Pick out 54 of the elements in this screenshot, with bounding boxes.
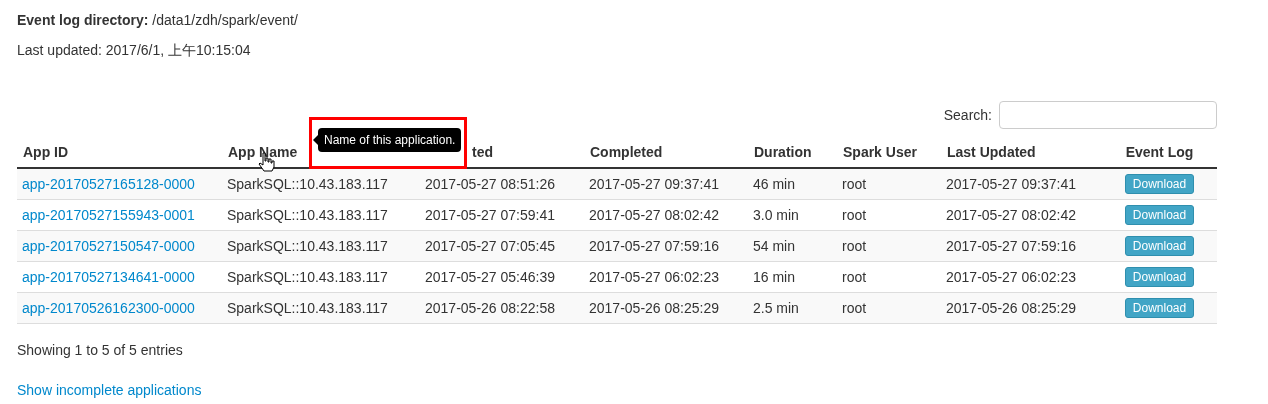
table-cell: root <box>842 207 867 223</box>
table-cell: SparkSQL::10.43.183.117 <box>227 269 388 285</box>
table-cell: 2.5 min <box>753 300 799 316</box>
download-button[interactable]: Download <box>1124 298 1195 318</box>
table-cell: SparkSQL::10.43.183.117 <box>227 176 388 192</box>
incomplete-applications-link[interactable]: Show incomplete applications <box>17 382 202 398</box>
app-id-link[interactable]: app-20170527134641-0000 <box>22 269 195 285</box>
app-id-link[interactable]: app-20170526162300-0000 <box>22 300 195 316</box>
app-id-link[interactable]: app-20170527150547-0000 <box>22 238 195 254</box>
column-header[interactable]: Duration <box>754 144 812 160</box>
table-cell: 2017-05-27 08:02:42 <box>946 207 1076 223</box>
table-cell: SparkSQL::10.43.183.117 <box>227 238 388 254</box>
search-field[interactable] <box>999 101 1217 129</box>
table-cell: 2017-05-26 08:25:29 <box>946 300 1076 316</box>
table-cell: SparkSQL::10.43.183.117 <box>227 300 388 316</box>
column-header[interactable]: Event Log <box>1125 144 1194 160</box>
table-cell: 2017-05-27 07:59:16 <box>946 238 1076 254</box>
column-header[interactable]: Last Updated <box>947 144 1036 160</box>
table-cell: 2017-05-27 06:02:23 <box>946 269 1076 285</box>
last-updated-text: Last updated: 2017/6/1, 上午10:15:04 <box>17 41 252 60</box>
table-cell: 3.0 min <box>753 207 799 223</box>
table-cell: 2017-05-27 09:37:41 <box>946 176 1076 192</box>
table-cell: 16 min <box>753 269 796 285</box>
table-cell: 54 min <box>753 238 796 254</box>
download-button[interactable]: Download <box>1124 236 1195 256</box>
app-id-link[interactable]: app-20170527165128-0000 <box>22 176 195 192</box>
table-cell: 2017-05-26 08:25:29 <box>589 300 719 316</box>
table-cell: 2017-05-27 08:51:26 <box>425 176 555 192</box>
table-cell: root <box>842 269 867 285</box>
table-cell: 2017-05-27 09:37:41 <box>589 176 719 192</box>
download-button[interactable]: Download <box>1124 267 1195 287</box>
table-cell: 46 min <box>753 176 796 192</box>
table-cell: 2017-05-27 07:59:16 <box>589 238 719 254</box>
search-label: Search: <box>943 107 992 123</box>
app-id-link[interactable]: app-20170527155943-0001 <box>22 207 195 223</box>
entries-info: Showing 1 to 5 of 5 entries <box>17 342 184 358</box>
column-header[interactable]: Spark User <box>843 144 917 160</box>
table-cell: 2017-05-27 07:59:41 <box>425 207 555 223</box>
table-cell: 2017-05-26 08:22:58 <box>425 300 555 316</box>
table-cell: 2017-05-27 08:02:42 <box>589 207 719 223</box>
download-button[interactable]: Download <box>1124 174 1195 194</box>
tooltip: Name of this application. <box>313 128 462 152</box>
column-header[interactable]: App ID <box>23 144 69 160</box>
table-cell: 2017-05-27 07:05:45 <box>425 238 555 254</box>
table-cell: SparkSQL::10.43.183.117 <box>227 207 388 223</box>
table-cell: 2017-05-27 06:02:23 <box>589 269 719 285</box>
column-header[interactable]: App Name <box>228 144 298 160</box>
table-cell: root <box>842 300 867 316</box>
download-button[interactable]: Download <box>1124 205 1195 225</box>
table-cell: 2017-05-27 05:46:39 <box>425 269 555 285</box>
table-cell: root <box>842 176 867 192</box>
column-header[interactable]: Completed <box>590 144 663 160</box>
table-cell: root <box>842 238 867 254</box>
event-log-directory: Event log directory: /data1/zdh/spark/event/ <box>17 11 299 30</box>
